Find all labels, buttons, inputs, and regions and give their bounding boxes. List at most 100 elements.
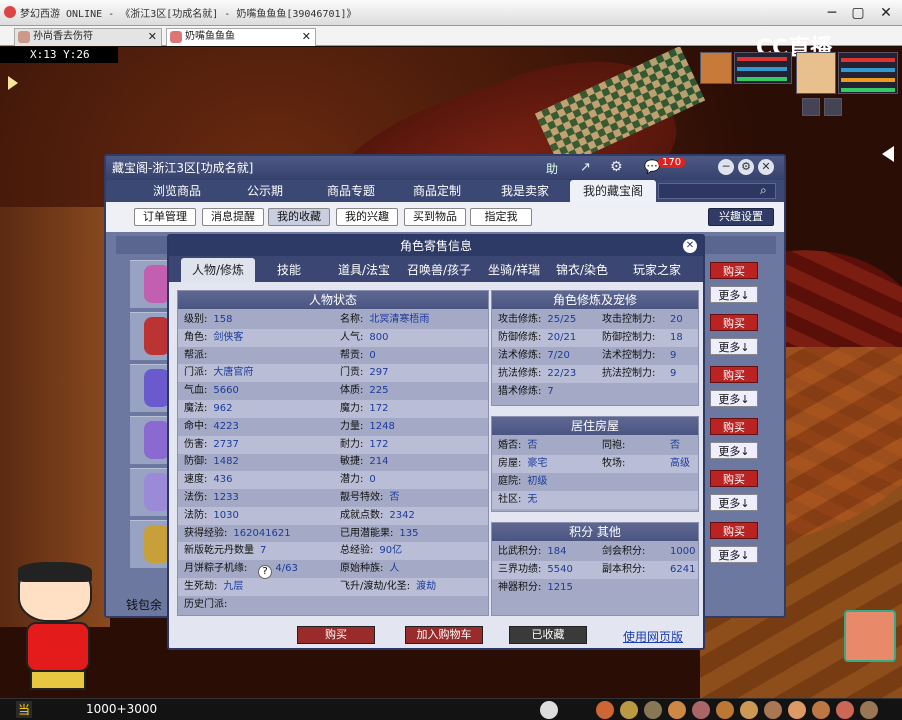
status-row: 防御: 1482 [178, 453, 334, 471]
nav-topics[interactable]: 商品专题 [310, 180, 392, 202]
sub-orders[interactable]: 订单管理 [134, 208, 196, 226]
row-label: 三界功绩: [498, 564, 542, 575]
quest-icon[interactable] [716, 701, 734, 719]
player-portrait[interactable] [796, 52, 836, 94]
nav-my-market[interactable]: 我的藏宝阁 [570, 180, 656, 202]
buy-button[interactable]: 购买 [710, 522, 758, 539]
search-icon[interactable]: ⌕ [760, 183, 767, 198]
collected-button[interactable]: 已收藏 [509, 626, 587, 644]
tab-home[interactable]: 玩家之家 [621, 258, 693, 282]
status-row: 命中: 4223 [178, 418, 334, 436]
row-label: 婚否: [498, 440, 522, 451]
tab-pets[interactable]: 召唤兽/孩子 [401, 258, 477, 282]
nav-custom[interactable]: 商品定制 [396, 180, 478, 202]
nav-seller[interactable]: 我是卖家 [482, 180, 568, 202]
more-button[interactable]: 更多↓ [710, 286, 758, 303]
row-value-2: 20 [670, 314, 683, 325]
map-icon[interactable] [824, 98, 842, 116]
status-row: 人气: 800 [334, 328, 488, 347]
status-row: 飞升/渡劫/化圣: 渡劫 [334, 578, 488, 596]
menu-icon[interactable] [860, 701, 878, 719]
more-button[interactable]: 更多↓ [710, 546, 758, 563]
buy-button[interactable]: 购买 [297, 626, 375, 644]
minimize-icon[interactable]: ─ [718, 159, 734, 175]
restore-icon[interactable]: ▢ [848, 4, 868, 22]
team-icon[interactable] [644, 701, 662, 719]
companion-portrait[interactable] [844, 610, 896, 662]
left-arrow-icon[interactable] [8, 76, 18, 90]
row-value: 否 [527, 440, 538, 451]
attack-icon[interactable] [596, 701, 614, 719]
close-icon[interactable]: ✕ [683, 239, 697, 253]
close-icon[interactable]: ✕ [758, 159, 774, 175]
close-tab-icon[interactable]: ✕ [302, 29, 311, 45]
row-value: 5660 [213, 385, 239, 397]
settings-icon[interactable]: ⚙ [738, 159, 754, 175]
tab-2[interactable]: 奶嘴鱼鱼鱼 ✕ [166, 28, 316, 46]
close-tab-icon[interactable]: ✕ [148, 29, 157, 45]
system-icon[interactable] [812, 701, 830, 719]
row-value: 否 [389, 492, 400, 503]
row-label: 潜力: [340, 474, 364, 486]
close-icon[interactable]: ✕ [876, 4, 896, 22]
shop-icon[interactable] [836, 701, 854, 719]
status-row: 门派: 大唐官府 [178, 364, 334, 383]
help-icon[interactable]: ? [258, 565, 272, 579]
status-header: 人物状态 [178, 291, 488, 309]
market-search-input[interactable] [658, 183, 776, 199]
pet-portrait[interactable] [700, 52, 732, 84]
buy-button[interactable]: 购买 [710, 366, 758, 383]
row-value: 436 [213, 474, 233, 486]
guild-icon[interactable] [740, 701, 758, 719]
right-arrow-icon[interactable] [882, 146, 894, 162]
skill-icon[interactable] [692, 701, 710, 719]
buy-button[interactable]: 购买 [710, 262, 758, 279]
sub-assigned[interactable]: 指定我 [470, 208, 532, 226]
buy-button[interactable]: 购买 [710, 418, 758, 435]
tab-character[interactable]: 人物/修炼 [181, 258, 255, 282]
row-value-2: 6241 [670, 564, 696, 575]
tab-skills[interactable]: 技能 [259, 258, 319, 282]
sub-bought[interactable]: 买到物品 [404, 208, 466, 226]
row-label: 帮贡: [340, 349, 364, 361]
share-icon[interactable]: ↗ [580, 160, 591, 175]
nav-public[interactable]: 公示期 [224, 180, 306, 202]
interest-settings-button[interactable]: 兴趣设置 [708, 208, 774, 226]
settings-icon[interactable] [802, 98, 820, 116]
emote-icon[interactable] [540, 701, 558, 719]
pet-icon[interactable] [668, 701, 686, 719]
status-row: 级别: 158 [178, 311, 334, 329]
friend-icon[interactable] [764, 701, 782, 719]
more-button[interactable]: 更多↓ [710, 442, 758, 459]
row-value: 172 [369, 403, 389, 414]
mail-icon[interactable] [788, 701, 806, 719]
row-label-2: 抗法控制力: [602, 368, 656, 379]
buy-button[interactable]: 购买 [710, 314, 758, 331]
status-row: 耐力: 172 [334, 435, 488, 454]
add-cart-button[interactable]: 加入购物车 [405, 626, 483, 644]
row-value: 7 [547, 386, 554, 397]
pet-mp-bar [737, 67, 787, 71]
row-value: 7 [260, 545, 267, 557]
more-button[interactable]: 更多↓ [710, 494, 758, 511]
tab-1[interactable]: 孙尚香去伤符 ✕ [14, 28, 162, 46]
row-value: 172 [369, 438, 389, 450]
sub-messages[interactable]: 消息提醒 [202, 208, 264, 226]
buy-button[interactable]: 购买 [710, 470, 758, 487]
tab-outfits[interactable]: 锦衣/染色 [549, 258, 615, 282]
item-icon[interactable] [620, 701, 638, 719]
more-button[interactable]: 更多↓ [710, 390, 758, 407]
row-value: 962 [213, 403, 233, 414]
sub-interests[interactable]: 我的兴趣 [336, 208, 398, 226]
gear-icon[interactable]: ⚙ [610, 159, 623, 175]
nav-browse[interactable]: 浏览商品 [134, 180, 220, 202]
pet-exp-bar [737, 77, 787, 81]
tab-items[interactable]: 道具/法宝 [331, 258, 397, 282]
tab-mounts[interactable]: 坐骑/祥瑞 [481, 258, 547, 282]
web-version-link[interactable]: 使用网页版 [623, 628, 683, 645]
more-button[interactable]: 更多↓ [710, 338, 758, 355]
help-button[interactable]: 助 [546, 160, 558, 177]
sub-favorites[interactable]: 我的收藏 [268, 208, 330, 226]
minimize-icon[interactable]: ─ [822, 4, 842, 22]
coords-readout: X:13 Y:26 [0, 47, 118, 63]
